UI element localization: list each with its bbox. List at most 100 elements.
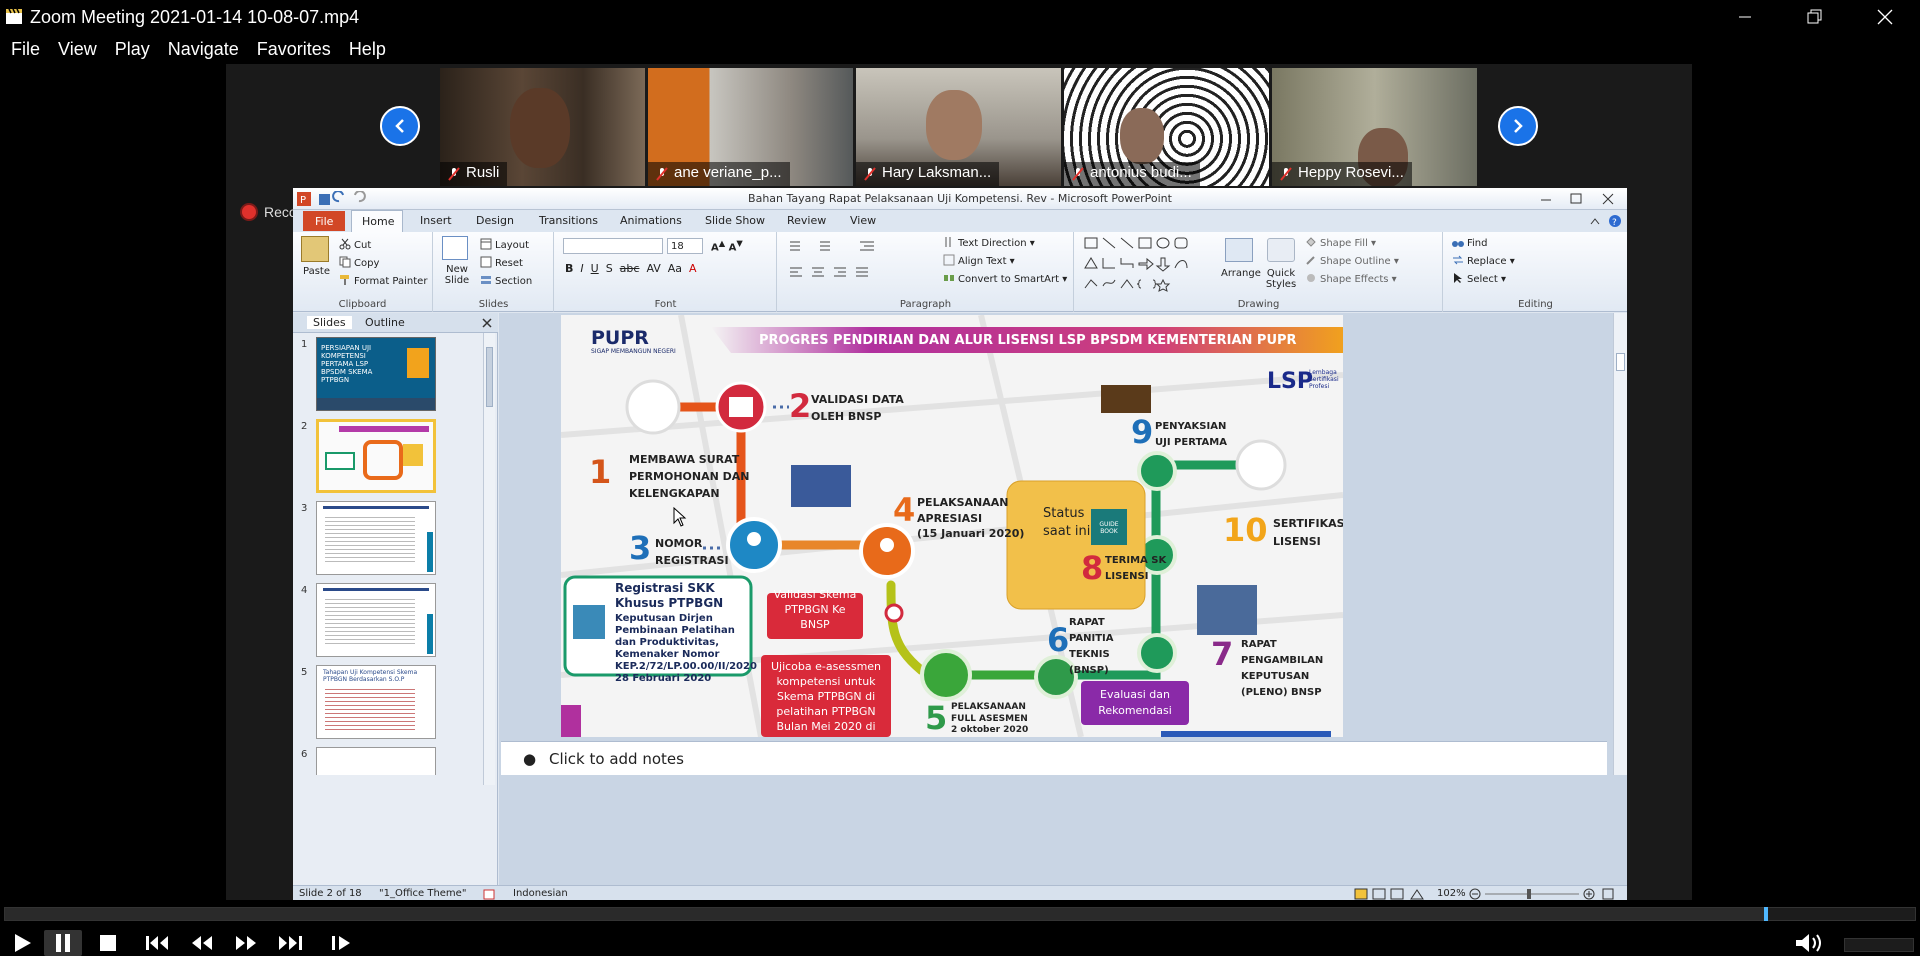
cut-button[interactable]: Cut: [339, 238, 371, 251]
paste-button[interactable]: Paste: [303, 266, 330, 277]
thumb-table: [325, 686, 415, 732]
menu-play[interactable]: Play: [115, 39, 150, 60]
participant-tile[interactable]: antonius budi...: [1064, 68, 1269, 186]
play-icon: [15, 934, 31, 952]
layout-button[interactable]: Layout: [480, 238, 529, 251]
find-button[interactable]: Find: [1452, 236, 1488, 249]
slide-canvas[interactable]: PUPR SIGAP MEMBANGUN NEGERI PROGRES PEND…: [561, 315, 1343, 737]
ppt-tab-slideshow[interactable]: Slide Show: [705, 214, 765, 227]
pane-tabs: Slides Outline: [293, 313, 498, 333]
shape-outline-button[interactable]: Shape Outline ▾: [1305, 254, 1399, 267]
prev-participants-button[interactable]: [380, 106, 420, 146]
ppt-tab-design[interactable]: Design: [476, 214, 514, 227]
menu-navigate[interactable]: Navigate: [168, 39, 239, 60]
menu-help[interactable]: Help: [349, 39, 386, 60]
participant-tile[interactable]: Rusli: [440, 68, 645, 186]
ppt-tab-view[interactable]: View: [850, 214, 876, 227]
scroll-thumb[interactable]: [486, 347, 493, 407]
video-frame[interactable]: Rusli ane veriane_p... Hary Laksman... a…: [0, 64, 1920, 902]
slide-thumbnail[interactable]: PERSIAPAN UJI KOMPETENSI PERTAMA LSP BPS…: [316, 337, 436, 411]
fast-forward-button[interactable]: [228, 930, 264, 956]
participant-tile[interactable]: ane veriane_p...: [648, 68, 853, 186]
new-slide-button[interactable]: New Slide: [440, 264, 474, 286]
menu-file[interactable]: File: [11, 39, 40, 60]
font-size-box[interactable]: 18: [667, 238, 703, 254]
slide-thumbnail[interactable]: [316, 501, 436, 575]
slide-thumbnail[interactable]: Tahapan Uji Kompetensi Skema PTPBGN Berd…: [316, 665, 436, 739]
text-direction-button[interactable]: Text Direction ▾: [943, 236, 1035, 249]
convert-smartart-button[interactable]: Convert to SmartArt ▾: [943, 272, 1067, 285]
pane-tab-outline[interactable]: Outline: [365, 316, 405, 329]
font-name-box[interactable]: [563, 238, 663, 254]
stop-button[interactable]: [92, 930, 124, 956]
reset-button[interactable]: Reset: [480, 256, 523, 269]
slide-number: 6: [301, 749, 308, 760]
notes-pane[interactable]: ● Click to add notes: [501, 741, 1607, 775]
participant-tile[interactable]: Heppy Rosevi...: [1272, 68, 1477, 186]
volume-slider[interactable]: [1844, 938, 1914, 952]
section-icon: [481, 276, 491, 284]
minimize-button[interactable]: [1710, 0, 1780, 34]
skip-back-icon: [146, 936, 168, 950]
guidebook-label: GUIDE BOOK: [1099, 521, 1119, 535]
ppt-tab-animations[interactable]: Animations: [620, 214, 682, 227]
seek-bar[interactable]: [4, 907, 1916, 921]
slide-thumbnail-selected[interactable]: [316, 419, 436, 493]
menu-favorites[interactable]: Favorites: [257, 39, 331, 60]
mouse-cursor-icon: [673, 507, 687, 527]
paint-bucket-icon: [1306, 237, 1316, 247]
paragraph-icons[interactable]: [786, 238, 936, 294]
ppt-tab-review[interactable]: Review: [787, 214, 826, 227]
arrange-button[interactable]: Arrange: [1221, 268, 1261, 279]
shape-fill-button[interactable]: Shape Fill ▾: [1305, 236, 1376, 249]
step9-icon: [1137, 451, 1177, 491]
status-language[interactable]: Indonesian: [513, 888, 568, 899]
slide-scroll-thumb[interactable]: [1616, 353, 1625, 371]
rewind-button[interactable]: [184, 930, 220, 956]
shape-effects-button[interactable]: Shape Effects ▾: [1305, 272, 1397, 285]
record-dot-icon: [242, 205, 256, 219]
step7-number: 7: [1211, 635, 1234, 673]
quick-styles-button[interactable]: Quick Styles: [1265, 268, 1297, 290]
slides-pane-scrollbar[interactable]: [483, 333, 495, 785]
step10-label: SERTIFIKASI LISENSI: [1273, 517, 1343, 548]
find-label: Find: [1467, 238, 1488, 249]
play-button[interactable]: [6, 930, 38, 956]
grow-font-button[interactable]: A▲ A▼: [711, 238, 743, 253]
format-painter-button[interactable]: Format Painter: [339, 274, 427, 287]
font-format-buttons[interactable]: B I U S abc AV Aa A: [565, 262, 697, 275]
slide-thumbnail[interactable]: [316, 583, 436, 657]
ppt-tab-home[interactable]: Home: [351, 210, 403, 232]
frame-step-button[interactable]: [326, 930, 358, 956]
font-group: 18 A▲ A▼ B I U S abc AV Aa A Font: [555, 232, 777, 312]
seek-thumb[interactable]: [1764, 907, 1769, 921]
participant-tile[interactable]: Hary Laksman...: [856, 68, 1061, 186]
skip-back-button[interactable]: [140, 930, 176, 956]
pane-close-icon[interactable]: [482, 318, 492, 328]
pane-tab-slides[interactable]: Slides: [307, 316, 352, 329]
pause-button[interactable]: [44, 930, 82, 956]
restore-button[interactable]: [1780, 0, 1850, 34]
spellcheck-icon[interactable]: [483, 889, 495, 900]
section-button[interactable]: Section: [480, 274, 532, 287]
align-text-button[interactable]: Align Text ▾: [943, 254, 1015, 267]
ppt-tab-insert[interactable]: Insert: [420, 214, 452, 227]
help-icon[interactable]: ?: [1589, 214, 1623, 228]
step2-label: VALIDASI DATA OLEH BNSP: [811, 393, 904, 423]
ppt-tab-transitions[interactable]: Transitions: [539, 214, 598, 227]
slide-thumbnail[interactable]: [316, 747, 436, 775]
ppt-tab-file[interactable]: File: [303, 211, 345, 231]
align-text-label: Align Text: [958, 256, 1007, 267]
select-button[interactable]: Select ▾: [1452, 272, 1506, 285]
next-participants-button[interactable]: [1498, 106, 1538, 146]
slide-scrollbar[interactable]: [1613, 313, 1627, 775]
shape-effects-icon: [1307, 274, 1315, 282]
ppt-window-controls[interactable]: [1539, 192, 1619, 206]
volume-button[interactable]: [1790, 930, 1830, 956]
menu-view[interactable]: View: [58, 39, 97, 60]
close-button[interactable]: [1850, 0, 1920, 34]
shapes-gallery[interactable]: [1083, 236, 1215, 292]
skip-forward-button[interactable]: [272, 930, 308, 956]
copy-button[interactable]: Copy: [339, 256, 379, 269]
replace-button[interactable]: Replace ▾: [1452, 254, 1515, 267]
